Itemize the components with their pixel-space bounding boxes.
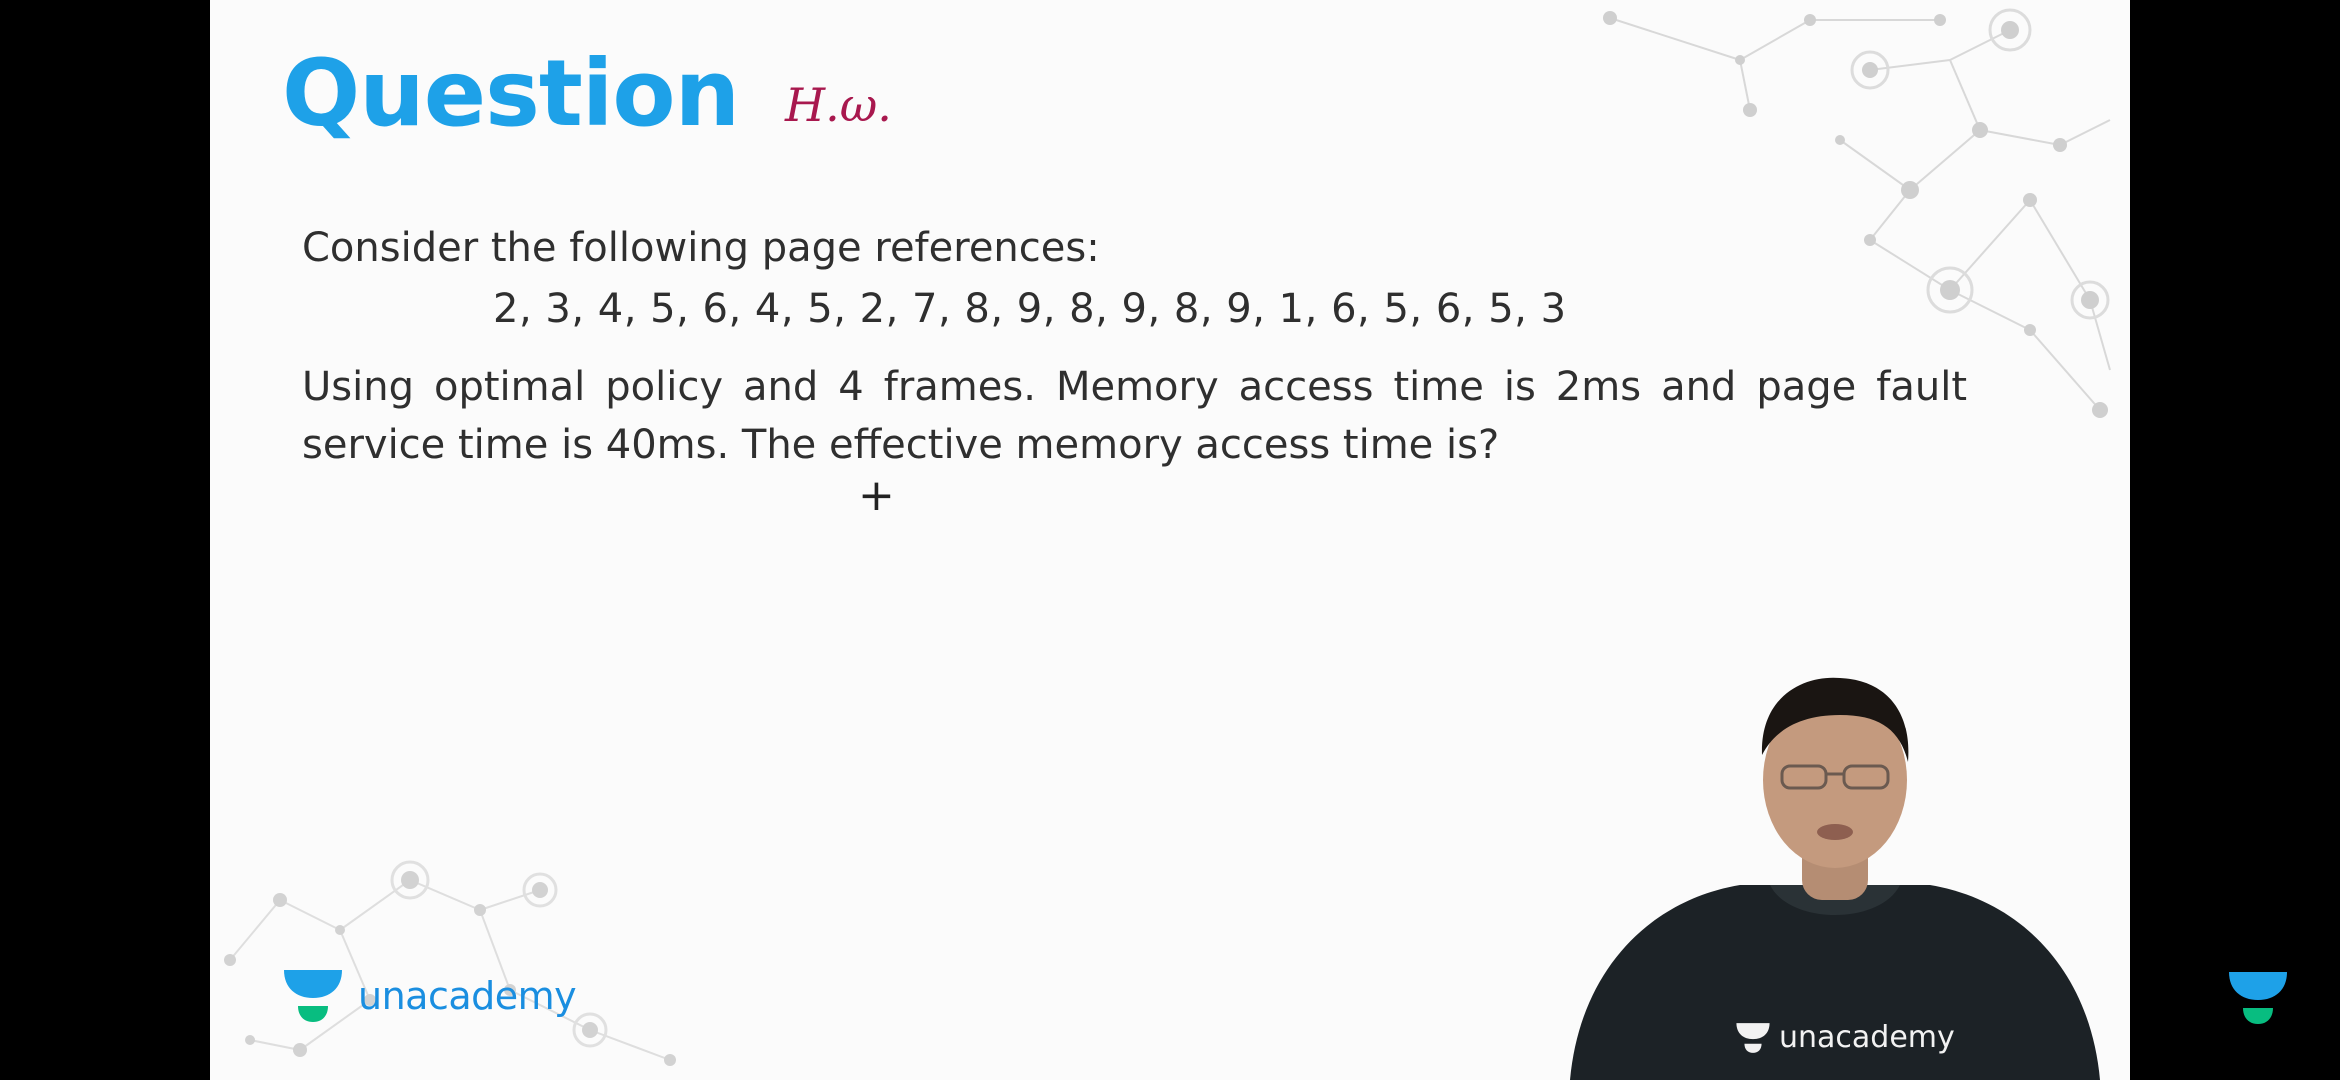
shirt-logo: unacademy bbox=[1735, 1020, 1955, 1055]
crosshair-cursor: + bbox=[858, 470, 895, 521]
question-body: Using optimal policy and 4 frames. Memor… bbox=[302, 364, 1967, 468]
unacademy-logo: unacademy bbox=[282, 968, 577, 1024]
network-decoration bbox=[224, 860, 676, 1066]
slide-title: Question bbox=[282, 40, 740, 147]
page-reference-string: 2, 3, 4, 5, 6, 4, 5, 2, 7, 8, 9, 8, 9, 8… bbox=[493, 286, 1567, 332]
logo-wordmark: unacademy bbox=[358, 974, 577, 1018]
unacademy-logo-icon bbox=[1736, 1022, 1770, 1053]
unacademy-logo-icon bbox=[2229, 972, 2287, 1024]
shirt-wordmark: unacademy bbox=[1779, 1020, 1955, 1055]
presenter-video bbox=[1570, 677, 2100, 1080]
video-player[interactable]: Question H.ω. Consider the following pag… bbox=[0, 0, 2340, 1080]
unacademy-logo-icon bbox=[284, 970, 342, 1022]
handwritten-annotation: H.ω. bbox=[785, 78, 892, 132]
question-intro: Consider the following page references: bbox=[302, 225, 1100, 271]
